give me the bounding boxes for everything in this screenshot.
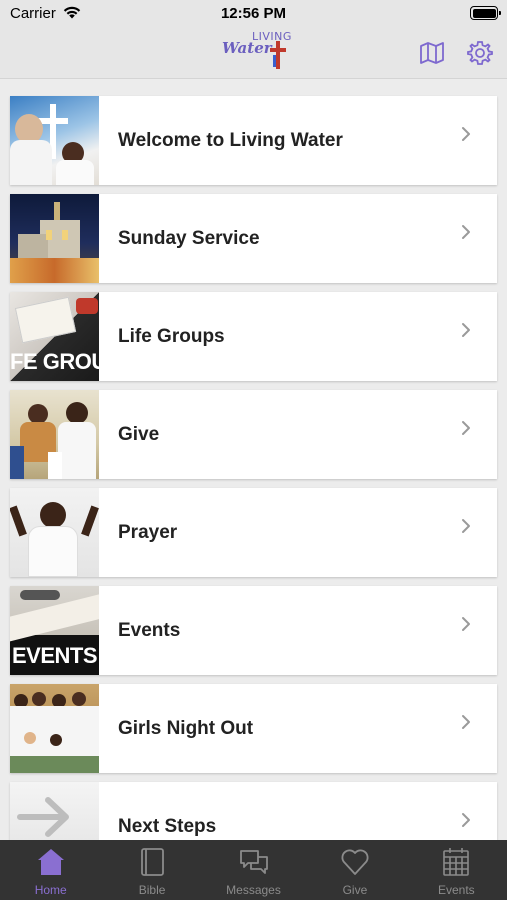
- chevron-right-icon: [462, 519, 470, 533]
- chevron-right-icon: [462, 225, 470, 239]
- chat-icon: [239, 850, 268, 874]
- list-item-prayer[interactable]: Prayer: [10, 488, 497, 577]
- list-item-life-groups[interactable]: FE GROUP Life Groups: [10, 292, 497, 381]
- welcome-thumbnail: [10, 96, 99, 185]
- row-label: Give: [118, 423, 160, 445]
- list-item-sunday-service[interactable]: Sunday Service: [10, 194, 497, 283]
- girls-night-out-thumbnail: [10, 684, 99, 773]
- chevron-right-icon: [462, 617, 470, 631]
- next-steps-thumbnail: [10, 782, 99, 840]
- tab-label: Home: [34, 883, 67, 897]
- row-label: Life Groups: [118, 325, 225, 347]
- home-icon: [37, 849, 64, 875]
- tab-label: Events: [437, 883, 475, 897]
- tab-bible[interactable]: Bible: [101, 840, 202, 900]
- list-item-events[interactable]: EVENTS Events: [10, 586, 497, 675]
- clock: 12:56 PM: [220, 5, 287, 22]
- row-label: Girls Night Out: [118, 717, 254, 739]
- tab-bar: Home Bible Messages Give Events: [0, 840, 507, 900]
- tab-messages[interactable]: Messages: [203, 840, 304, 900]
- give-thumbnail: [10, 390, 99, 479]
- row-label: Events: [118, 619, 181, 641]
- chevron-right-icon: [462, 127, 470, 141]
- arrow-graphic: [17, 797, 69, 837]
- menu-list[interactable]: Welcome to Living Water Sunday Service F…: [0, 79, 507, 840]
- map-icon[interactable]: [419, 40, 445, 66]
- gear-icon[interactable]: [467, 40, 493, 66]
- chevron-right-icon: [462, 421, 470, 435]
- tab-label: Messages: [226, 883, 281, 897]
- tab-events[interactable]: Events: [406, 840, 507, 900]
- chevron-right-icon: [462, 813, 470, 827]
- book-icon: [141, 848, 165, 876]
- battery-icon: [470, 6, 501, 20]
- church-thumbnail: [10, 194, 99, 283]
- events-thumbnail: EVENTS: [10, 586, 99, 675]
- heart-icon: [341, 849, 369, 875]
- cross-icon: [270, 41, 286, 69]
- list-item-girls-night-out[interactable]: Girls Night Out: [10, 684, 497, 773]
- row-label: Prayer: [118, 521, 178, 543]
- row-label: Next Steps: [118, 815, 217, 837]
- calendar-icon: [443, 848, 470, 876]
- list-item-next-steps[interactable]: Next Steps: [10, 782, 497, 840]
- living-water-logo[interactable]: LIVING Water: [222, 28, 291, 74]
- list-item-give[interactable]: Give: [10, 390, 497, 479]
- row-label: Welcome to Living Water: [118, 129, 343, 151]
- tab-label: Give: [342, 883, 368, 897]
- tab-label: Bible: [138, 883, 166, 897]
- logo-water-text: Water: [222, 39, 272, 57]
- row-label: Sunday Service: [118, 227, 260, 249]
- chevron-right-icon: [462, 715, 470, 729]
- thumbnail-caption: FE GROUP: [10, 349, 99, 374]
- navigation-bar: LIVING Water: [0, 28, 507, 79]
- status-bar: Carrier 12:56 PM: [0, 0, 507, 28]
- life-groups-thumbnail: FE GROUP: [10, 292, 99, 381]
- tab-give[interactable]: Give: [304, 840, 405, 900]
- chevron-right-icon: [462, 323, 470, 337]
- thumbnail-caption: EVENTS: [11, 643, 98, 668]
- list-item-welcome[interactable]: Welcome to Living Water: [10, 96, 497, 185]
- tab-home[interactable]: Home: [0, 840, 101, 900]
- prayer-thumbnail: [10, 488, 99, 577]
